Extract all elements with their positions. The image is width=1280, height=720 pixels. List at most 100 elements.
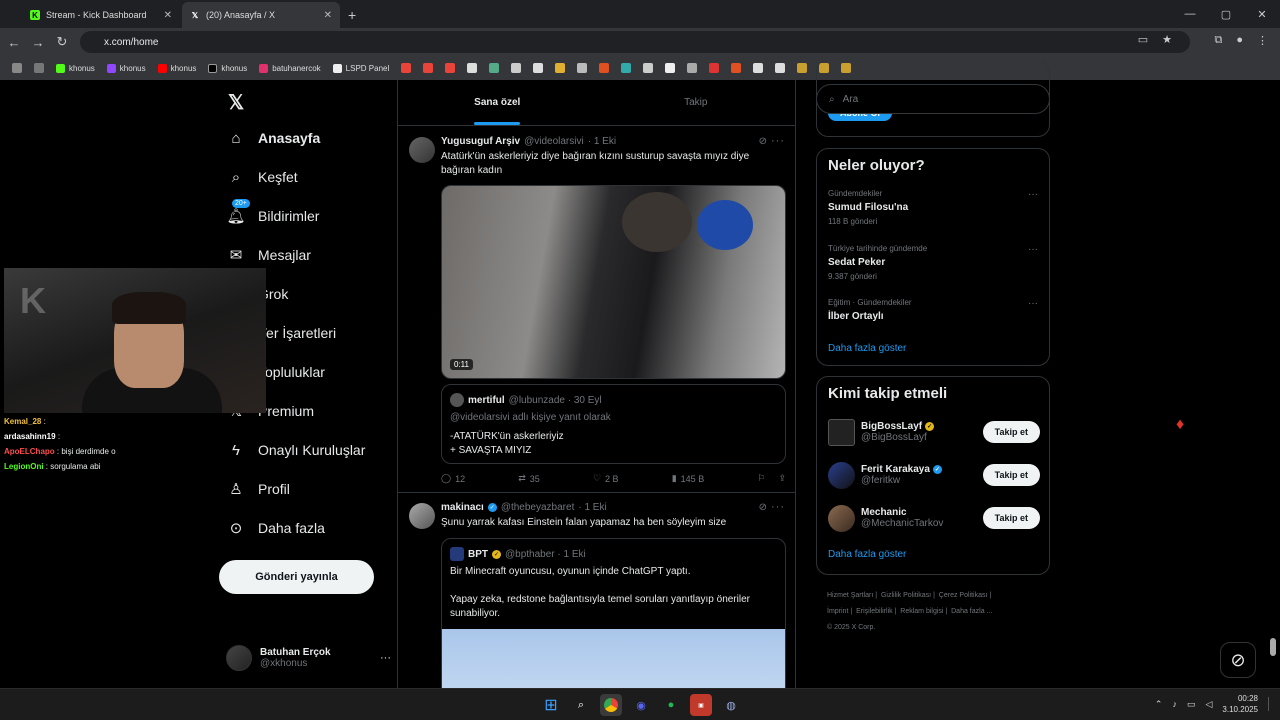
bookmark-icon[interactable] bbox=[511, 63, 522, 73]
bookmark-instagram[interactable]: batuhanercok bbox=[255, 59, 324, 77]
show-more-link[interactable]: Daha fazla göster bbox=[828, 343, 906, 354]
new-tab-button[interactable]: + bbox=[348, 2, 356, 28]
follow-button[interactable]: Takip et bbox=[982, 421, 1040, 443]
apps-icon[interactable] bbox=[12, 63, 22, 73]
more-icon[interactable]: ··· bbox=[771, 501, 785, 513]
more-icon[interactable]: ··· bbox=[1028, 244, 1038, 255]
bookmark-lspd[interactable]: LSPD Panel bbox=[329, 59, 394, 77]
bookmark-icon[interactable] bbox=[533, 63, 544, 73]
tab-following[interactable]: Takip bbox=[597, 80, 796, 125]
x-logo-icon[interactable]: 𝕏 bbox=[228, 90, 244, 115]
star-icon[interactable]: ★ bbox=[1162, 33, 1172, 46]
close-window-icon[interactable]: ✕ bbox=[1244, 0, 1280, 28]
bookmark-icon[interactable] bbox=[753, 63, 764, 73]
clock[interactable]: 00:28 3.10.2025 bbox=[1222, 693, 1258, 715]
nav-profile[interactable]: ♙ Profil bbox=[228, 481, 290, 498]
chevron-up-icon[interactable]: ⌃ bbox=[1155, 699, 1163, 710]
bookmark-icon[interactable] bbox=[555, 63, 566, 73]
share-icon[interactable]: ⇪ bbox=[778, 473, 786, 484]
bookmark-icon[interactable] bbox=[775, 63, 786, 73]
bookmark-icon[interactable] bbox=[665, 63, 676, 73]
follow-button[interactable]: Takip et bbox=[982, 464, 1040, 486]
bookmark-khonus-twitch[interactable]: khonus bbox=[103, 59, 150, 77]
repost-button[interactable]: ⇄ 35 bbox=[518, 473, 540, 484]
minimize-icon[interactable]: — bbox=[1172, 0, 1208, 28]
bookmark-icon[interactable] bbox=[643, 63, 654, 73]
bookmark-khonus-kick[interactable]: khonus bbox=[52, 59, 99, 77]
close-icon[interactable]: ✕ bbox=[324, 10, 332, 21]
more-icon[interactable]: ··· bbox=[1028, 189, 1038, 200]
bookmark-khonus-x[interactable]: khonus bbox=[204, 59, 251, 77]
follow-suggestion[interactable]: BigBossLayf ✓ @BigBossLayf Takip et bbox=[828, 417, 1040, 447]
reload-icon[interactable]: ↻ bbox=[50, 34, 74, 50]
search-icon[interactable]: ⌕ bbox=[570, 694, 592, 716]
more-icon[interactable]: ··· bbox=[771, 135, 785, 147]
tab-for-you[interactable]: Sana özel bbox=[398, 80, 597, 125]
grok-icon[interactable]: ⊘ bbox=[759, 502, 767, 513]
account-switcher[interactable]: Batuhan Erçok @xkhonus ··· bbox=[226, 642, 391, 674]
trend-item[interactable]: Türkiye tarihinde gündemde Sedat Peker 9… bbox=[828, 244, 1038, 281]
network-icon[interactable]: ▭ bbox=[1187, 699, 1196, 710]
back-icon[interactable]: ← bbox=[2, 35, 26, 50]
mic-icon[interactable]: ♪ bbox=[1172, 699, 1177, 709]
grok-chat-button[interactable]: ⊘ bbox=[1220, 642, 1256, 678]
folder-icon[interactable] bbox=[34, 63, 44, 73]
extensions-icon[interactable]: ⧉ bbox=[1214, 34, 1222, 47]
bookmark-icon[interactable] bbox=[687, 63, 698, 73]
scrollbar-thumb[interactable] bbox=[1270, 638, 1276, 656]
follow-button[interactable]: Takip et bbox=[982, 507, 1040, 529]
forward-icon[interactable]: → bbox=[26, 35, 50, 50]
windows-start-icon[interactable]: ⊞ bbox=[540, 694, 562, 716]
bookmark-khonus-youtube[interactable]: khonus bbox=[154, 59, 201, 77]
grok-icon[interactable]: ⊘ bbox=[759, 136, 767, 147]
like-button[interactable]: ♡ 2 B bbox=[593, 473, 619, 484]
tweet[interactable]: Yugusuguf Arşiv @videolarsivi · 1 Eki ⊘ … bbox=[398, 127, 795, 493]
more-icon[interactable]: ··· bbox=[1028, 298, 1038, 309]
bookmark-icon[interactable] bbox=[621, 63, 632, 73]
trend-item[interactable]: Eğitim · Gündemdekiler İlber Ortaylı ··· bbox=[828, 298, 1038, 322]
chrome-icon[interactable] bbox=[600, 694, 622, 716]
search-input[interactable]: ⌕ Ara bbox=[816, 84, 1050, 114]
tweet[interactable]: makinacı ✓ @thebeyazbaret · 1 Eki ⊘ ··· … bbox=[398, 493, 795, 688]
tweet-video[interactable]: 0:11 bbox=[441, 185, 786, 379]
discord-icon[interactable]: ◉ bbox=[630, 694, 652, 716]
close-icon[interactable]: ✕ bbox=[164, 10, 172, 21]
app-icon[interactable]: ▣ bbox=[690, 694, 712, 716]
speaker-icon[interactable]: ◁ bbox=[1205, 699, 1212, 710]
maximize-icon[interactable]: ▢ bbox=[1208, 0, 1244, 28]
tab-x[interactable]: 𝕏 (20) Anasayfa / X ✕ bbox=[182, 2, 340, 28]
views-button[interactable]: ▮ 145 B bbox=[672, 473, 704, 484]
nav-notifications[interactable]: 🔔︎ 20+ Bildirimler bbox=[226, 199, 319, 225]
nav-more[interactable]: ⊙ Daha fazla bbox=[228, 520, 325, 537]
quoted-tweet[interactable]: BPT ✓ @bpthaber · 1 Eki Bir Minecraft oy… bbox=[441, 538, 786, 688]
trend-item[interactable]: Gündemdekiler Sumud Filosu'na 118 B gönd… bbox=[828, 189, 1038, 226]
tab-kick[interactable]: K Stream - Kick Dashboard ✕ bbox=[22, 2, 180, 28]
post-button[interactable]: Gönderi yayınla bbox=[219, 560, 374, 594]
nav-home[interactable]: ⌂ Anasayfa bbox=[228, 130, 320, 147]
show-more-link[interactable]: Daha fazla göster bbox=[828, 549, 906, 560]
steam-icon[interactable]: ◍ bbox=[720, 694, 742, 716]
follow-suggestion[interactable]: Ferit Karakaya ✓ @feritkw Takip et bbox=[828, 460, 1040, 490]
bookmark-icon[interactable]: ⚐ bbox=[757, 473, 765, 484]
bookmark-icon[interactable] bbox=[445, 63, 456, 73]
bookmark-icon[interactable] bbox=[731, 63, 742, 73]
spotify-icon[interactable]: ● bbox=[660, 694, 682, 716]
bookmark-icon[interactable] bbox=[577, 63, 588, 73]
nav-explore[interactable]: ⌕ Keşfet bbox=[228, 169, 298, 186]
profile-icon[interactable]: ● bbox=[1236, 34, 1243, 47]
url-input[interactable]: x.com/home bbox=[80, 31, 1190, 53]
avatar[interactable] bbox=[409, 503, 435, 529]
quoted-tweet[interactable]: mertiful @lubunzade · 30 Eyl @videolarsi… bbox=[441, 384, 786, 464]
bookmark-icon[interactable] bbox=[709, 63, 720, 73]
bookmark-icon[interactable] bbox=[467, 63, 478, 73]
show-desktop[interactable] bbox=[1268, 697, 1274, 711]
follow-suggestion[interactable]: Mechanic @MechanicTarkov Takip et bbox=[828, 503, 1040, 533]
bookmark-icon[interactable] bbox=[489, 63, 500, 73]
menu-icon[interactable]: ⋮ bbox=[1257, 34, 1268, 47]
nav-messages[interactable]: ✉ Mesajlar bbox=[228, 247, 311, 264]
cast-icon[interactable]: ▭ bbox=[1138, 33, 1148, 46]
reply-button[interactable]: ◯ 12 bbox=[441, 473, 465, 484]
bookmark-icon[interactable] bbox=[423, 63, 434, 73]
bookmark-icon[interactable] bbox=[401, 63, 412, 73]
quote-image[interactable] bbox=[442, 629, 785, 688]
